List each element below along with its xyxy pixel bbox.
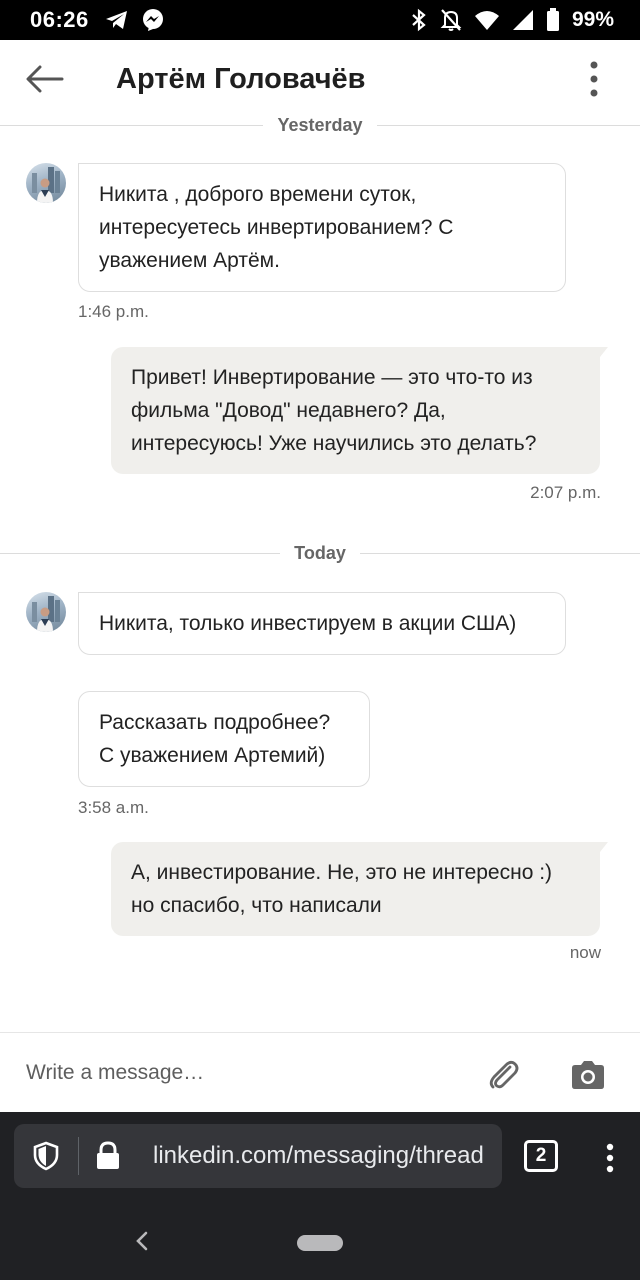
message-bubble-incoming[interactable]: Рассказать подробнее? С уважением Артеми… [78, 691, 370, 787]
battery-icon [546, 8, 560, 32]
status-bar: 06:26 99% [0, 0, 640, 40]
message-bubble-incoming[interactable]: Никита, только инвестируем в акции США) [78, 592, 566, 655]
browser-menu-button[interactable] [596, 1138, 624, 1178]
person-photo-icon [32, 167, 60, 203]
message-composer [0, 1032, 640, 1112]
message-text: Никита , доброго времени суток, интересу… [99, 183, 454, 272]
date-divider-label: Today [294, 542, 346, 563]
battery-percent: 99% [571, 8, 614, 31]
tab-switcher-button[interactable]: 2 [524, 1140, 558, 1172]
messenger-icon [141, 8, 165, 32]
url-bar[interactable]: linkedin.com/messaging/thread [14, 1124, 502, 1188]
date-divider-yesterday: Yesterday [0, 118, 640, 135]
message-bubble-incoming[interactable]: Никита , доброго времени суток, интересу… [78, 163, 566, 292]
attach-button[interactable] [482, 1053, 526, 1097]
shield-icon [33, 1141, 59, 1171]
url-text: linkedin.com/messaging/thread [153, 1142, 484, 1169]
page-title[interactable]: Артём Головачёв [116, 63, 366, 96]
arrow-left-icon [26, 65, 64, 93]
message-text: А, инвестирование. Не, это не интересно … [131, 861, 553, 917]
paperclip-icon [489, 1060, 519, 1089]
date-divider-label: Yesterday [277, 118, 363, 135]
message-list[interactable]: Yesterday Никита , доброго времени суток… [0, 118, 640, 1032]
chevron-left-icon [136, 1231, 148, 1251]
back-button[interactable] [0, 40, 90, 118]
signal-icon [512, 9, 534, 31]
bluetooth-icon [410, 8, 428, 32]
browser-toolbar: linkedin.com/messaging/thread 2 [0, 1112, 640, 1202]
privacy-shield-button[interactable] [14, 1124, 78, 1188]
more-options-button[interactable] [564, 40, 624, 118]
message-timestamp: 2:07 p.m. [530, 483, 601, 502]
camera-button[interactable] [566, 1053, 610, 1097]
message-text: Рассказать подробнее? С уважением Артеми… [99, 711, 331, 767]
message-timestamp: now [569, 943, 601, 962]
date-divider-today: Today [0, 543, 640, 563]
wifi-icon [474, 9, 500, 31]
camera-icon [572, 1061, 604, 1089]
more-vertical-icon [606, 1143, 614, 1173]
message-text: Никита, только инвестируем в акции США) [99, 612, 517, 635]
message-timestamp: 1:46 p.m. [78, 302, 149, 321]
system-navigation-bar [0, 1202, 640, 1280]
home-pill[interactable] [297, 1235, 343, 1251]
message-text: Привет! Инвертирование — это что-то из ф… [131, 366, 537, 455]
message-timestamp: 3:58 a.m. [78, 798, 149, 817]
status-time: 06:26 [30, 7, 89, 32]
more-vertical-icon [590, 61, 598, 97]
nav-back-button[interactable] [128, 1226, 156, 1256]
notifications-off-icon [440, 8, 462, 32]
conversation-header: Артём Головачёв [0, 40, 640, 118]
avatar[interactable] [26, 163, 66, 203]
telegram-icon [105, 9, 129, 31]
person-photo-icon [32, 596, 60, 632]
avatar[interactable] [26, 592, 66, 632]
message-input[interactable] [26, 1060, 446, 1085]
message-bubble-outgoing[interactable]: Привет! Инвертирование — это что-то из ф… [111, 347, 608, 474]
message-bubble-outgoing[interactable]: А, инвестирование. Не, это не интересно … [111, 842, 608, 936]
lock-icon [79, 1141, 137, 1171]
